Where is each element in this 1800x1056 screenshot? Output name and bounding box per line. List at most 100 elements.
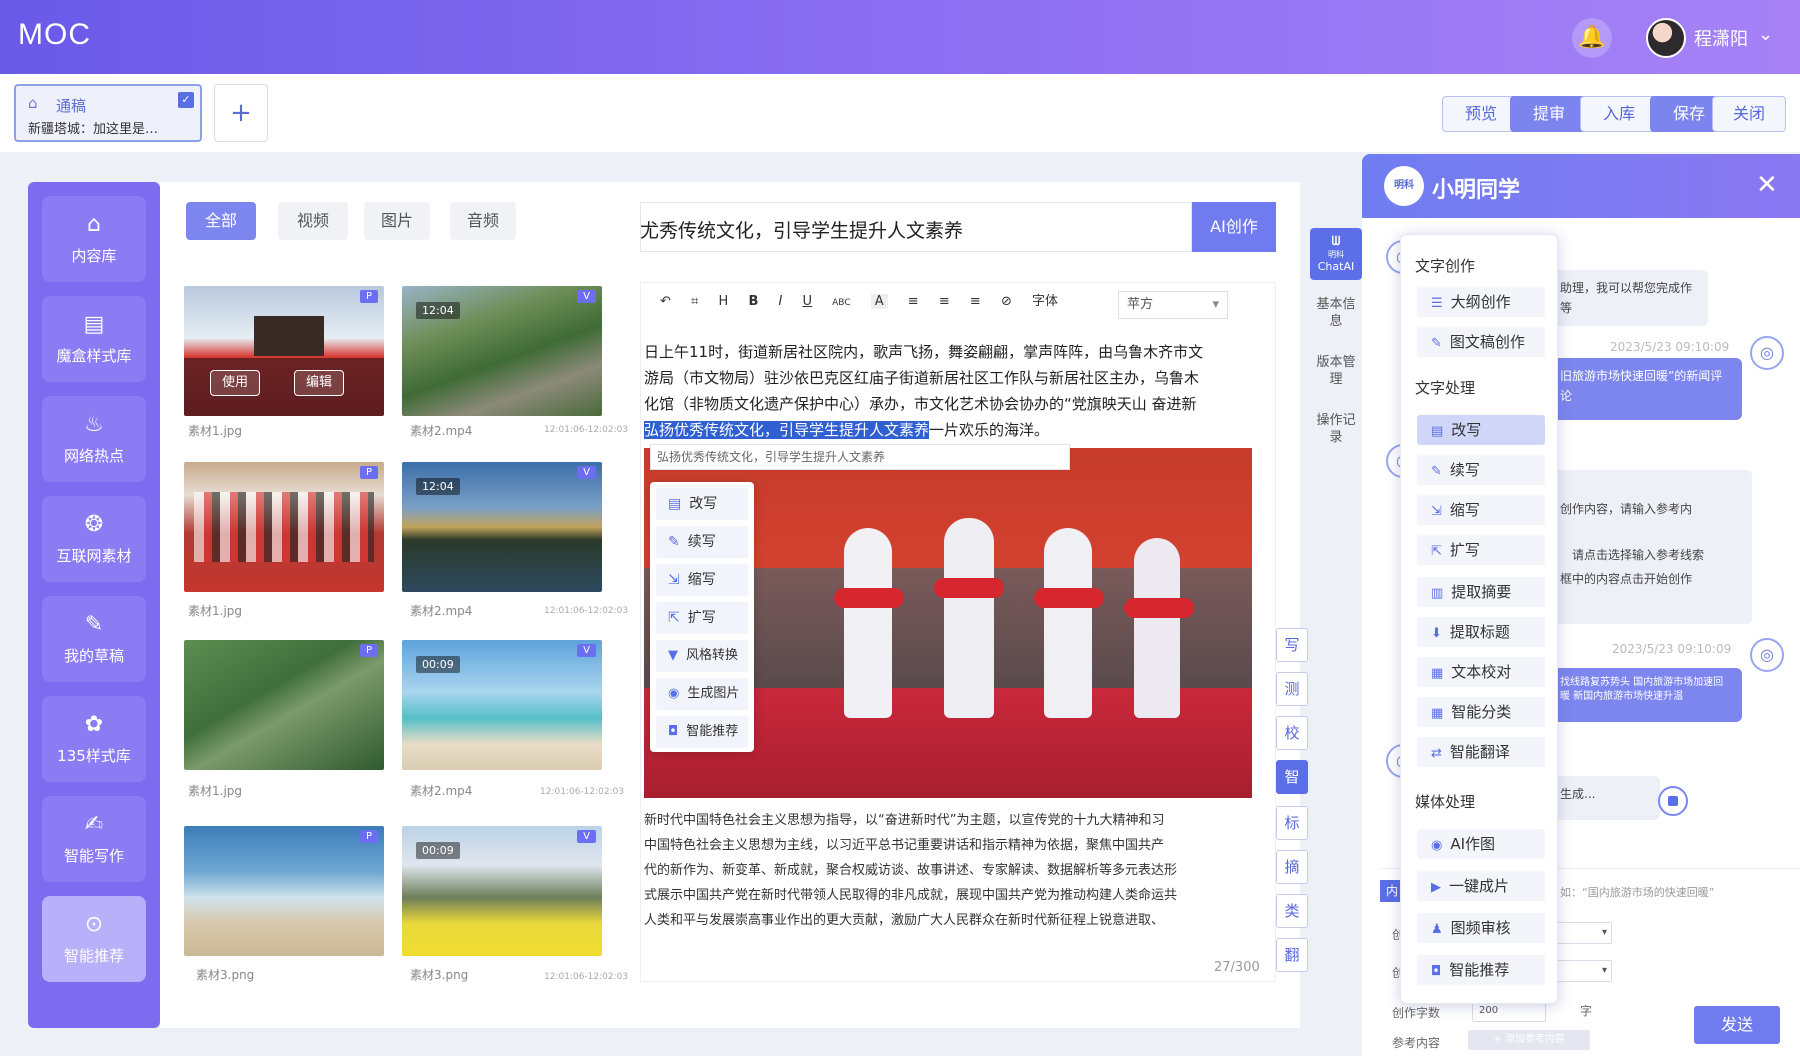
menu-item-style-convert[interactable]: ▼ 风格转换 (656, 640, 748, 672)
sidebar-item-style-library[interactable]: ▤ 魔盒样式库 (42, 296, 146, 382)
undo-icon[interactable]: ↶ (660, 294, 671, 309)
popup-item-proofread[interactable]: ▦ 文本校对 (1417, 657, 1545, 687)
close-icon[interactable]: ✕ (1756, 170, 1778, 200)
tool-detect[interactable]: 测 (1276, 672, 1308, 706)
paragraph-line: 弘扬优秀传统文化，引导学生提升人文素养一片欢乐的海洋。 (644, 418, 1274, 443)
filter-video[interactable]: 视频 (278, 202, 348, 240)
popup-item-outline[interactable]: ☰ 大纲创作 (1417, 287, 1545, 317)
paragraph-tail: 一片欢乐的海洋。 (929, 421, 1050, 439)
popup-group-title: 文字处理 (1415, 379, 1476, 397)
nav-version-management[interactable]: 版本管理 (1314, 354, 1358, 388)
strikethrough-icon[interactable]: ABC (832, 298, 850, 308)
sidebar-item-drafts[interactable]: ✎ 我的草稿 (42, 596, 146, 682)
popup-item-summary[interactable]: ▥ 提取摘要 (1417, 577, 1545, 607)
font-select[interactable]: 苹方 ▾ (1118, 291, 1228, 319)
popup-item-translate[interactable]: ⇄ 智能翻译 (1417, 737, 1545, 767)
add-tab-button[interactable]: + (214, 84, 268, 142)
media-thumb[interactable]: 12:04 V (402, 286, 602, 416)
align-center-icon[interactable]: ≡ (939, 294, 950, 309)
tool-tag[interactable]: 标 (1276, 806, 1308, 840)
popup-item-shorten[interactable]: ⇲ 缩写 (1417, 495, 1545, 525)
heading-icon[interactable]: H (719, 294, 729, 309)
photo-badge: P (359, 466, 378, 479)
media-thumb[interactable]: 00:09 V (402, 640, 602, 770)
link-icon[interactable]: ⊘ (1001, 294, 1012, 309)
media-filename: 素材3.png (196, 968, 255, 982)
ai-create-button[interactable]: AI创作 (1192, 202, 1276, 252)
sidebar-item-content-library[interactable]: ⌂ 内容库 (42, 196, 146, 282)
add-reference-button[interactable]: + 添加参考内容 (1468, 1030, 1590, 1050)
menu-item-continue[interactable]: ✎ 续写 (656, 526, 748, 558)
text-color-icon[interactable]: A (870, 294, 888, 309)
context-menu: ▤ 改写 ✎ 续写 ⇲ 缩写 ⇱ 扩写 ▼ 风格转换 ◉ 生成图片 ◘ 智能推荐 (650, 482, 754, 752)
stop-button[interactable] (1658, 786, 1688, 816)
media-thumb[interactable]: P (184, 826, 384, 956)
align-left-icon[interactable]: ≡ (908, 294, 919, 309)
sidebar-item-internet-material[interactable]: ❂ 互联网素材 (42, 496, 146, 582)
user-name[interactable]: 程潇阳 (1694, 25, 1748, 51)
menu-item-rewrite[interactable]: ▤ 改写 (656, 488, 748, 520)
tool-translate[interactable]: 翻 (1276, 938, 1308, 972)
notification-bell-icon[interactable]: 🔔 (1572, 18, 1612, 58)
filter-image[interactable]: 图片 (364, 202, 430, 240)
document-tab[interactable]: ⌂ 通稿 新疆塔城：加这里是… ✓ (14, 84, 202, 142)
underline-icon[interactable]: U (802, 294, 812, 309)
popup-item-title[interactable]: ⬇ 提取标题 (1417, 617, 1545, 647)
store-button[interactable]: 入库 (1580, 96, 1658, 132)
popup-item-expand[interactable]: ⇱ 扩写 (1417, 535, 1545, 565)
chat-input-placeholder[interactable]: 如：“国内旅游市场的快速回暖” (1560, 884, 1714, 900)
tool-summary[interactable]: 摘 (1276, 850, 1308, 884)
popup-item-one-click-video[interactable]: ▶ 一键成片 (1417, 871, 1545, 901)
menu-item-shorten[interactable]: ⇲ 缩写 (656, 564, 748, 596)
checkbox-icon[interactable]: ✓ (178, 92, 194, 108)
popup-item-rewrite[interactable]: ▤ 改写 (1417, 415, 1545, 445)
popup-item-continue[interactable]: ✎ 续写 (1417, 455, 1545, 485)
media-thumb[interactable]: 12:04 V (402, 462, 602, 592)
nav-operation-log[interactable]: 操作记录 (1314, 412, 1358, 446)
chevron-down-icon: ▾ (1601, 965, 1607, 976)
italic-icon[interactable]: I (779, 294, 783, 309)
media-thumb[interactable]: 00:09 V (402, 826, 602, 956)
tool-smart[interactable]: 智 (1276, 760, 1308, 794)
highlighted-text[interactable]: 弘扬优秀传统文化，引导学生提升人文素养 (644, 421, 930, 439)
sidebar-item-hot-topics[interactable]: ♨ 网络热点 (42, 396, 146, 482)
use-button[interactable]: 使用 (210, 370, 260, 396)
crop-icon[interactable]: ⌗ (691, 294, 698, 309)
sidebar-item-135-styles[interactable]: ✿ 135样式库 (42, 696, 146, 782)
sidebar-item-smart-recommend[interactable]: ⊙ 智能推荐 (42, 896, 146, 982)
chatai-nav-button[interactable]: ᗯ 明科 ChatAI (1310, 228, 1362, 280)
tool-write[interactable]: 写 (1276, 628, 1308, 662)
popup-item-ai-draw[interactable]: ◉ AI作图 (1417, 829, 1545, 859)
edit-button[interactable]: 编辑 (294, 370, 344, 396)
popup-item-article[interactable]: ✎ 图文稿创作 (1417, 327, 1545, 357)
tool-category[interactable]: 类 (1276, 894, 1308, 928)
media-thumb[interactable]: P (184, 462, 384, 592)
user-avatar[interactable] (1646, 18, 1686, 58)
close-button[interactable]: 关闭 (1712, 96, 1786, 132)
popup-item-media-review[interactable]: ♟ 图频审核 (1417, 913, 1545, 943)
media-thumb[interactable]: P 使用 编辑 (184, 286, 384, 416)
paragraph-line: 化馆（非物质文化遗产保护中心）承办，市文化艺术协会协办的“党旗映天山 奋进新 (644, 395, 1197, 413)
preview-button[interactable]: 预览 (1442, 96, 1520, 132)
popup-item-classify[interactable]: ▦ 智能分类 (1417, 697, 1545, 727)
duration-label: 00:09 (416, 656, 460, 673)
send-button[interactable]: 发送 (1694, 1006, 1780, 1044)
chevron-down-icon[interactable]: ⌄ (1758, 24, 1773, 45)
tool-proofread[interactable]: 校 (1276, 716, 1308, 750)
submit-review-button[interactable]: 提审 (1510, 96, 1588, 132)
continue-icon: ✎ (668, 534, 680, 550)
sidebar-item-smart-writing[interactable]: ✍ 智能写作 (42, 796, 146, 882)
chevron-down-icon: ▾ (1212, 297, 1219, 312)
menu-item-generate-image[interactable]: ◉ 生成图片 (656, 678, 748, 710)
nav-basic-info[interactable]: 基本信息 (1314, 296, 1358, 330)
bold-icon[interactable]: B (748, 294, 758, 309)
media-date: 12:01:06-12:02:03 (544, 425, 629, 435)
align-right-icon[interactable]: ≡ (970, 294, 981, 309)
popup-item-smart-recommend[interactable]: ◘ 智能推荐 (1417, 955, 1545, 985)
menu-item-smart-recommend[interactable]: ◘ 智能推荐 (656, 716, 748, 748)
article-title[interactable]: 尤秀传统文化，引导学生提升人文素养 (640, 216, 963, 243)
filter-all[interactable]: 全部 (186, 202, 256, 240)
menu-item-expand[interactable]: ⇱ 扩写 (656, 602, 748, 634)
media-thumb[interactable]: P (184, 640, 384, 770)
filter-audio[interactable]: 音频 (450, 202, 516, 240)
